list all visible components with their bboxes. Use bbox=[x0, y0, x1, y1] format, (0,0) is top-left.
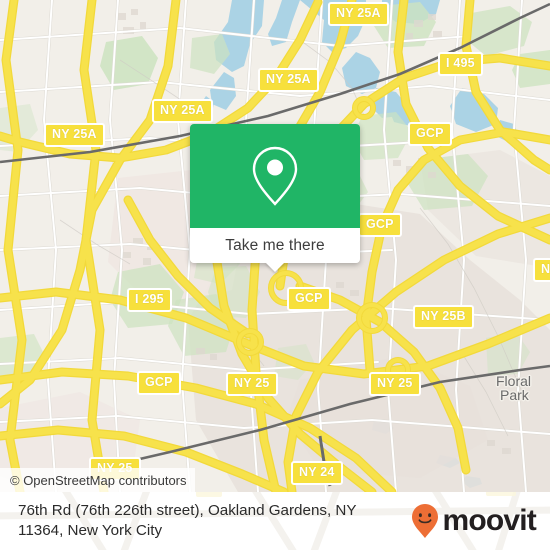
map-screenshot: .water { fill:#ABD3E5; } .park { fill:#C… bbox=[0, 0, 550, 550]
address-line-1: 76th Rd (76th 226th street), Oakland Gar… bbox=[18, 502, 357, 519]
road-shield: NY 25A bbox=[258, 68, 319, 92]
address-line-2: 11364, New York City bbox=[18, 522, 163, 539]
road-shield: NY 25A bbox=[328, 2, 389, 26]
road-shield: NY 25A bbox=[44, 123, 105, 147]
road-shield: NY 25A bbox=[152, 99, 213, 123]
road-shield: GCP bbox=[408, 122, 452, 146]
osm-attribution-text: © OpenStreetMap contributors bbox=[10, 472, 187, 488]
moovit-wordmark: moovit bbox=[442, 504, 536, 537]
road-shield: GCP bbox=[287, 287, 331, 311]
road-shield: I 495 bbox=[438, 52, 483, 76]
popup-action-area[interactable]: Take me there bbox=[190, 228, 360, 272]
footer-bar: 76th Rd (76th 226th street), Oakland Gar… bbox=[0, 492, 550, 550]
moovit-logo[interactable]: moovit bbox=[410, 503, 537, 539]
road-shield: NY 25B bbox=[413, 305, 474, 329]
osm-attribution[interactable]: © OpenStreetMap contributors bbox=[0, 468, 195, 492]
road-shield: GCP bbox=[358, 213, 402, 237]
take-me-there-button[interactable]: Take me there bbox=[225, 237, 325, 255]
address-text: 76th Rd (76th 226th street), Oakland Gar… bbox=[18, 501, 410, 541]
map-pin-icon bbox=[252, 146, 298, 206]
road-shield: NY bbox=[533, 258, 550, 282]
moovit-smiley-pin-icon bbox=[412, 504, 439, 538]
road-shield: NY 24 bbox=[291, 461, 343, 485]
place-label-floral-park-line2: Park bbox=[500, 387, 529, 403]
road-shield: NY 25 bbox=[369, 372, 421, 396]
road-shield: NY 25 bbox=[226, 372, 278, 396]
popup-icon-area bbox=[190, 124, 360, 228]
road-shield: I 295 bbox=[127, 288, 172, 312]
road-shield: GCP bbox=[137, 371, 181, 395]
location-popup-card[interactable]: Take me there bbox=[190, 124, 360, 272]
popup-tail bbox=[265, 262, 285, 272]
